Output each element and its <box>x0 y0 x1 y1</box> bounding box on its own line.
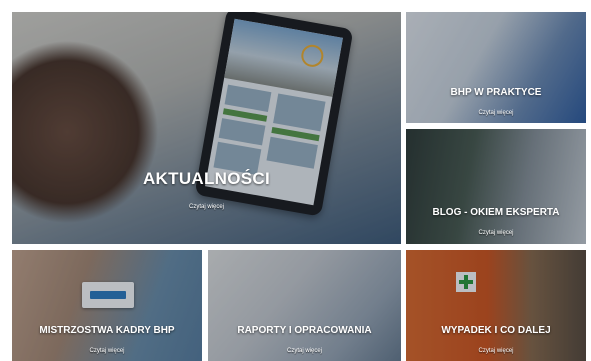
tile-overlay <box>406 250 586 361</box>
tile-mistrzostwa-kadry-bhp[interactable]: MISTRZOSTWA KADRY BHP Czytaj więcej <box>12 250 202 361</box>
tile-title: AKTUALNOŚCI <box>142 169 270 188</box>
read-more-link[interactable]: Czytaj więcej <box>12 204 401 210</box>
tile-blog-okiem-eksperta[interactable]: BLOG - OKIEM EKSPERTA Czytaj więcej <box>406 129 586 244</box>
tile-title: MISTRZOSTWA KADRY BHP <box>39 325 175 336</box>
tile-aktualnosci[interactable]: AKTUALNOŚCI Czytaj więcej <box>12 12 401 244</box>
read-more-link[interactable]: Czytaj więcej <box>406 110 586 116</box>
read-more-link[interactable]: Czytaj więcej <box>406 230 586 236</box>
read-more-link[interactable]: Czytaj więcej <box>208 348 401 354</box>
tile-overlay <box>12 250 202 361</box>
tile-wypadek-i-co-dalej[interactable]: WYPADEK I CO DALEJ Czytaj więcej <box>406 250 586 361</box>
tile-title: BHP W PRAKTYCE <box>450 87 542 98</box>
tile-title: BLOG - OKIEM EKSPERTA <box>432 207 560 218</box>
read-more-link[interactable]: Czytaj więcej <box>12 348 202 354</box>
tile-title: RAPORTY I OPRACOWANIA <box>237 325 372 336</box>
tile-overlay <box>406 129 586 244</box>
tile-overlay <box>208 250 401 361</box>
tile-overlay <box>406 12 586 123</box>
read-more-link[interactable]: Czytaj więcej <box>406 348 586 354</box>
tile-title: WYPADEK I CO DALEJ <box>441 325 551 336</box>
tile-raporty-i-opracowania[interactable]: RAPORTY I OPRACOWANIA Czytaj więcej <box>208 250 401 361</box>
tile-bhp-w-praktyce[interactable]: BHP W PRAKTYCE Czytaj więcej <box>406 12 586 123</box>
